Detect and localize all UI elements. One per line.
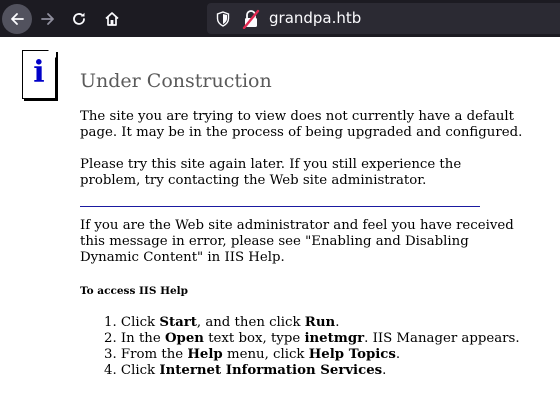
paragraph-line: page. It may be in the process of being … <box>80 125 523 140</box>
step-bold: inetmgr <box>304 331 365 346</box>
list-item: 2. In the Open text box, type inetmgr. I… <box>104 331 520 347</box>
step-text: . <box>382 363 387 378</box>
step-number: 1. <box>104 315 117 330</box>
paragraph-line: If you are the Web site administrator an… <box>80 218 514 233</box>
page-title: Under Construction <box>80 70 272 92</box>
paragraph-line: problem, try contacting the Web site adm… <box>80 173 427 188</box>
url-text[interactable]: grandpa.htb <box>269 9 361 28</box>
step-number: 2. <box>104 331 117 346</box>
list-item: 4. Click Internet Information Services. <box>104 363 520 379</box>
info-glyph: i <box>33 55 45 90</box>
arrow-right-icon <box>41 13 54 25</box>
list-item: 1. Click Start, and then click Run. <box>104 315 520 331</box>
paragraph-line: Dynamic Content" in IIS Help. <box>80 250 285 265</box>
help-subheading: To access IIS Help <box>80 285 189 297</box>
paragraph-line: Please try this site again later. If you… <box>80 157 462 172</box>
address-bar[interactable]: grandpa.htb <box>207 3 560 34</box>
insecure-lock-icon[interactable] <box>242 9 260 29</box>
step-number: 3. <box>104 347 117 362</box>
step-text: menu, click <box>222 347 309 362</box>
step-text: Click <box>120 363 160 378</box>
step-text: . IIS Manager appears. <box>364 331 520 346</box>
step-bold: Internet Information Services <box>159 363 383 378</box>
paragraph-1: The site you are trying to view does not… <box>80 109 523 141</box>
step-text: From the <box>120 347 188 362</box>
step-number: 4. <box>104 363 117 378</box>
paragraph-line: this message in error, please see "Enabl… <box>80 234 469 249</box>
paragraph-line: The site you are trying to view does not… <box>80 109 515 124</box>
step-text: In the <box>120 331 165 346</box>
step-bold: Open <box>164 331 204 346</box>
forward-button[interactable] <box>33 4 63 34</box>
shield-icon[interactable] <box>216 11 230 27</box>
horizontal-divider <box>80 206 480 207</box>
back-button[interactable] <box>2 4 32 34</box>
paragraph-2: Please try this site again later. If you… <box>80 157 500 189</box>
arrow-left-icon <box>11 13 24 25</box>
step-bold: Help <box>187 347 223 362</box>
home-button[interactable] <box>97 4 127 34</box>
step-bold: Start <box>159 315 197 330</box>
help-steps-list: 1. Click Start, and then click Run. 2. I… <box>104 315 520 379</box>
step-text: , and then click <box>196 315 305 330</box>
info-icon: i <box>22 50 56 99</box>
step-bold: Help Topics <box>308 347 396 362</box>
step-text: . <box>395 347 401 362</box>
step-text: . <box>335 315 340 330</box>
browser-toolbar: grandpa.htb <box>0 0 560 37</box>
reload-icon <box>73 12 85 25</box>
list-item: 3. From the Help menu, click Help Topics… <box>104 347 520 363</box>
home-icon <box>105 12 119 26</box>
step-bold: Run <box>304 315 336 330</box>
reload-button[interactable] <box>64 4 94 34</box>
paragraph-3: If you are the Web site administrator an… <box>80 218 514 266</box>
step-text: Click <box>120 315 160 330</box>
step-text: text box, type <box>203 331 305 346</box>
